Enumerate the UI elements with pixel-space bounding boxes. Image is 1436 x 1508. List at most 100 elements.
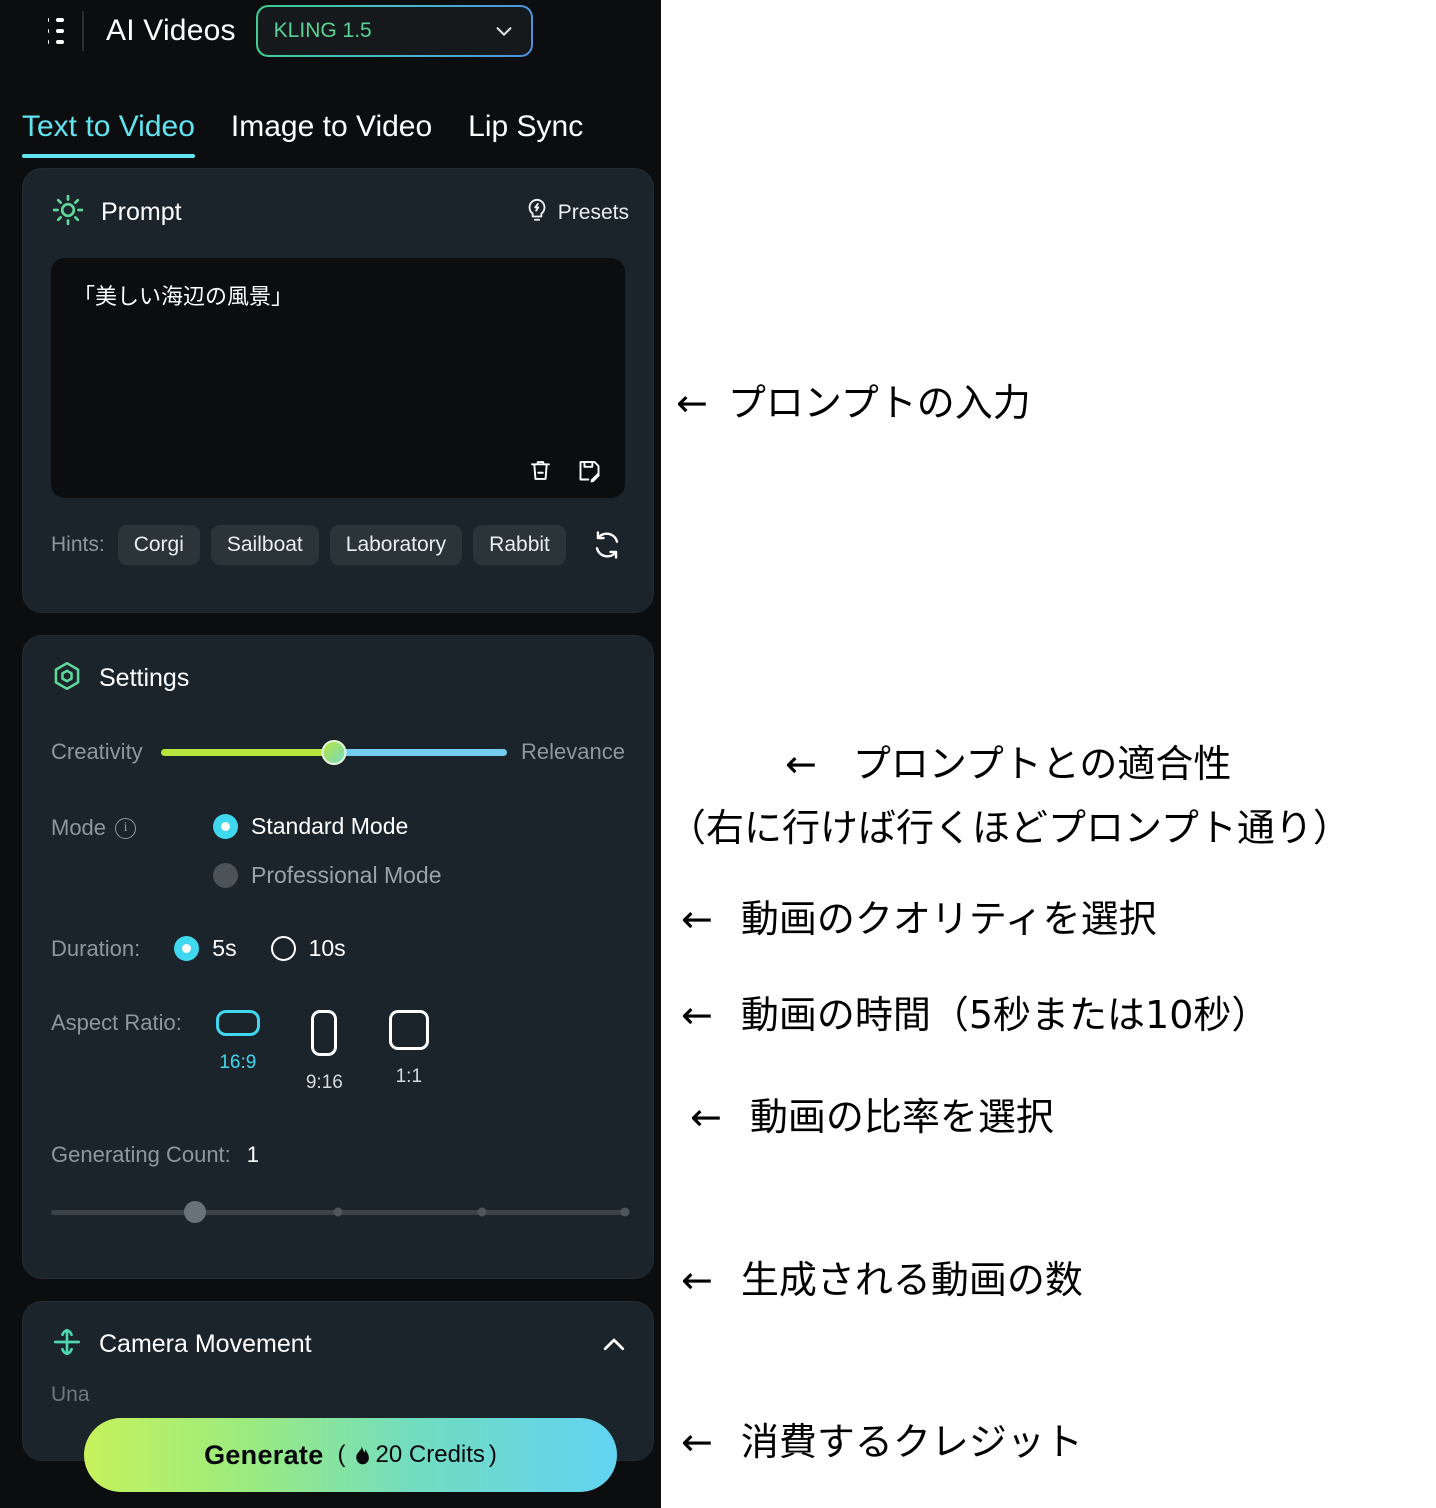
aspect-option-9-16[interactable]: 9:16 bbox=[306, 1010, 343, 1094]
screenshot-root: AI Videos KLING 1.5 Text to Video Image … bbox=[0, 0, 1436, 1508]
info-icon[interactable]: i bbox=[115, 817, 137, 839]
presets-label: Presets bbox=[557, 200, 629, 224]
lightbulb-bolt-icon bbox=[524, 197, 550, 228]
relevance-label: Relevance bbox=[521, 739, 625, 764]
tab-text-to-video[interactable]: Text to Video bbox=[22, 110, 195, 158]
hint-chip-corgi[interactable]: Corgi bbox=[117, 525, 200, 565]
hexagon-settings-icon bbox=[51, 660, 83, 697]
settings-card-header: Settings bbox=[23, 636, 653, 697]
duration-option-label: 5s bbox=[212, 935, 237, 961]
generating-count-tick bbox=[620, 1207, 630, 1217]
mode-options: Standard Mode Professional Mode bbox=[213, 813, 442, 889]
duration-label: Duration: bbox=[51, 935, 141, 961]
duration-option-10s[interactable]: 10s bbox=[270, 935, 346, 962]
generate-cost-open-paren: ( bbox=[337, 1441, 346, 1468]
annotation-text: 動画の比率を選択 bbox=[749, 1095, 1054, 1139]
hint-chip-laboratory[interactable]: Laboratory bbox=[329, 525, 463, 565]
generating-count-track bbox=[51, 1201, 630, 1223]
menu-bar bbox=[56, 40, 64, 44]
hint-chip-rabbit[interactable]: Rabbit bbox=[473, 525, 566, 565]
generate-button[interactable]: Generate ( 20 Credits ) bbox=[84, 1418, 617, 1492]
aspect-portrait-icon bbox=[311, 1010, 338, 1056]
creativity-slider[interactable] bbox=[160, 739, 508, 765]
settings-title: Settings bbox=[99, 664, 190, 692]
generate-button-cost: ( 20 Credits ) bbox=[338, 1441, 497, 1469]
aspect-landscape-icon bbox=[215, 1010, 260, 1036]
radio-icon bbox=[213, 814, 238, 839]
creativity-label: Creativity bbox=[51, 739, 143, 764]
annotation-text: （右に行けば行くほどプロンプト通り） bbox=[668, 806, 1351, 850]
header-divider bbox=[82, 11, 84, 51]
annotation-arrow-icon: ← bbox=[676, 381, 708, 425]
delete-icon[interactable] bbox=[527, 457, 554, 484]
menu-dot bbox=[48, 29, 50, 33]
camera-movement-title: Camera Movement bbox=[99, 1330, 312, 1358]
annotation-0: ← プロンプトの入力 bbox=[676, 372, 1031, 427]
chevron-up-icon[interactable] bbox=[599, 1330, 629, 1360]
duration-option-5s[interactable]: 5s bbox=[174, 935, 237, 962]
flame-icon bbox=[350, 1443, 372, 1467]
prompt-hints: Hints: Corgi Sailboat Laboratory Rabbit bbox=[23, 498, 653, 565]
generating-count-row: Generating Count: 1 bbox=[23, 1142, 653, 1168]
aspect-option-label: 16:9 bbox=[219, 1052, 257, 1073]
refresh-icon[interactable] bbox=[591, 529, 623, 561]
annotation-3: ← 動画のクオリティを選択 bbox=[681, 888, 1157, 943]
mode-option-label: Professional Mode bbox=[251, 862, 442, 888]
creativity-slider-thumb[interactable] bbox=[321, 739, 347, 765]
mode-option-professional[interactable]: Professional Mode bbox=[213, 862, 442, 889]
mode-label-group: Mode i bbox=[51, 813, 213, 841]
duration-row: Duration: 5s 10s bbox=[23, 935, 653, 962]
hints-label: Hints: bbox=[51, 533, 105, 556]
generating-count-slider[interactable] bbox=[51, 1200, 630, 1224]
radio-icon bbox=[174, 936, 200, 961]
mode-option-standard[interactable]: Standard Mode bbox=[213, 813, 442, 840]
annotation-text: 消費するクレジット bbox=[740, 1420, 1083, 1464]
aspect-square-icon bbox=[388, 1010, 429, 1050]
prompt-card: Prompt Presets 「美しい海辺の風景」 Hints: Corgi S… bbox=[22, 168, 654, 613]
annotation-2: （右に行けば行くほどプロンプト通り） bbox=[668, 797, 1351, 852]
mode-tabs: Text to Video Image to Video Lip Sync bbox=[0, 62, 661, 158]
generating-count-label: Generating Count: bbox=[51, 1142, 231, 1167]
tab-lip-sync[interactable]: Lip Sync bbox=[468, 110, 583, 158]
prompt-input[interactable]: 「美しい海辺の風景」 bbox=[51, 258, 625, 498]
settings-card: Settings Creativity Relevance Mode i Sta… bbox=[22, 635, 654, 1279]
camera-movement-header[interactable]: Camera Movement bbox=[23, 1302, 653, 1363]
annotation-arrow-icon: ← bbox=[681, 1258, 713, 1302]
camera-move-icon bbox=[51, 1326, 83, 1363]
annotation-arrow-icon: ← bbox=[681, 993, 713, 1037]
generate-cost-value: 20 Credits bbox=[375, 1441, 485, 1468]
annotation-text: 動画のクオリティを選択 bbox=[740, 897, 1157, 941]
prompt-title: Prompt bbox=[101, 198, 182, 226]
annotation-1: ← プロンプトとの適合性 bbox=[785, 733, 1231, 788]
menu-bar bbox=[56, 18, 64, 22]
aspect-option-16-9[interactable]: 16:9 bbox=[215, 1010, 260, 1094]
aspect-ratio-label: Aspect Ratio: bbox=[51, 1010, 182, 1035]
prompt-card-header: Prompt Presets bbox=[23, 169, 653, 232]
save-edit-icon[interactable] bbox=[576, 457, 603, 484]
generating-count-tick bbox=[477, 1207, 486, 1217]
presets-button[interactable]: Presets bbox=[524, 197, 629, 228]
generating-count-tick bbox=[333, 1207, 343, 1217]
creativity-slider-remainder bbox=[333, 748, 508, 756]
creativity-slider-fill bbox=[160, 748, 334, 756]
annotation-text: プロンプトとの適合性 bbox=[852, 742, 1232, 786]
generating-count-thumb[interactable] bbox=[183, 1201, 206, 1223]
app-header: AI Videos KLING 1.5 bbox=[0, 0, 661, 62]
sun-idea-icon bbox=[51, 193, 85, 232]
model-select-value: KLING 1.5 bbox=[273, 19, 372, 42]
tab-image-to-video[interactable]: Image to Video bbox=[231, 110, 432, 158]
aspect-option-1-1[interactable]: 1:1 bbox=[388, 1010, 429, 1094]
annotation-arrow-icon: ← bbox=[681, 1420, 713, 1464]
hint-chip-sailboat[interactable]: Sailboat bbox=[210, 525, 319, 565]
annotation-text: プロンプトの入力 bbox=[727, 381, 1031, 425]
generate-cost-close-paren: ) bbox=[488, 1441, 497, 1468]
annotation-5: ← 動画の比率を選択 bbox=[690, 1086, 1054, 1141]
prompt-toolbar bbox=[527, 457, 603, 484]
mode-row: Mode i Standard Mode Professional Mode bbox=[23, 813, 653, 889]
camera-movement-status: Una bbox=[51, 1383, 90, 1406]
radio-icon bbox=[213, 863, 238, 888]
annotation-pane: ← プロンプトの入力 ← プロンプトとの適合性 （右に行けば行くほどプロンプト通り） ← 動… bbox=[661, 0, 1436, 1508]
menu-icon[interactable] bbox=[20, 14, 64, 48]
aspect-option-label: 9:16 bbox=[305, 1072, 343, 1093]
model-select-dropdown[interactable]: KLING 1.5 bbox=[255, 5, 533, 57]
